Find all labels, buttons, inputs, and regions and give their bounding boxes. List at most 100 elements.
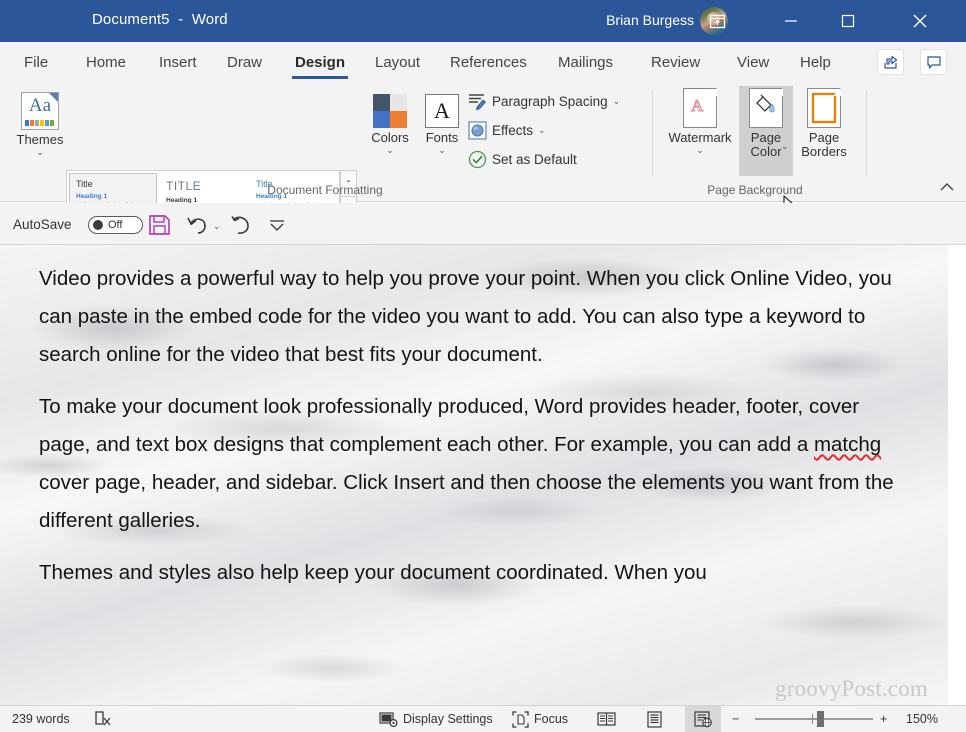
tab-help[interactable]: Help <box>790 42 841 82</box>
effects-chevron-down-icon[interactable]: ⌄ <box>538 126 546 135</box>
title-bar: Document5 - Word Brian Burgess <box>0 0 966 42</box>
watermark-chevron-down-icon[interactable]: ⌄ <box>696 146 704 155</box>
colors-icon <box>373 94 407 128</box>
autosave-toggle[interactable]: Off <box>88 216 143 234</box>
redo-icon <box>231 216 249 234</box>
tab-insert[interactable]: Insert <box>149 42 207 82</box>
save-icon <box>149 215 170 235</box>
paragraph-spacing-chevron-down-icon[interactable]: ⌄ <box>613 97 621 106</box>
display-settings-icon <box>379 711 398 727</box>
redo-button[interactable] <box>228 214 252 236</box>
view-read-mode-button[interactable] <box>588 706 624 732</box>
autosave-state: Off <box>108 219 123 231</box>
fonts-chevron-down-icon[interactable]: ⌄ <box>438 146 446 155</box>
effects-button[interactable]: Effects ⌄ <box>468 121 546 140</box>
colors-chevron-down-icon[interactable]: ⌄ <box>386 146 394 155</box>
group-divider <box>866 90 867 176</box>
print-layout-icon <box>646 710 662 728</box>
tab-file[interactable]: File <box>14 42 58 82</box>
page-color-label: Page Color <box>750 130 782 159</box>
ribbon: Aa Themes ⌄ Title Heading 1 On the Inser… <box>0 82 966 249</box>
tab-review[interactable]: Review <box>641 42 710 82</box>
fonts-icon: A <box>425 94 459 128</box>
web-layout-icon <box>693 710 712 727</box>
undo-icon <box>187 217 206 234</box>
document-title: Document5 - Word <box>92 11 228 28</box>
collapse-ribbon-button[interactable] <box>938 180 956 199</box>
tab-home[interactable]: Home <box>76 42 136 82</box>
zoom-slider-handle[interactable] <box>817 711 824 727</box>
site-watermark: groovyPost.com <box>775 676 928 701</box>
maximize-button[interactable] <box>825 0 871 42</box>
themes-chevron-down-icon[interactable]: ⌄ <box>36 148 44 157</box>
paragraph: To make your document look professionall… <box>39 388 907 540</box>
document-text[interactable]: Video provides a powerful way to help yo… <box>39 260 907 606</box>
colors-button[interactable]: Colors ⌄ <box>366 94 414 155</box>
page-borders-button[interactable]: Page Borders <box>795 88 853 159</box>
focus-button[interactable]: Focus <box>512 706 568 732</box>
minimize-icon <box>785 20 797 22</box>
tab-draw[interactable]: Draw <box>217 42 272 82</box>
maximize-icon <box>841 14 855 28</box>
colors-label: Colors <box>371 130 409 145</box>
customize-quick-access-toolbar-button[interactable] <box>266 214 290 236</box>
tab-layout[interactable]: Layout <box>365 42 430 82</box>
set-as-default-label: Set as Default <box>492 152 577 167</box>
page-color-chevron-down-icon[interactable]: ⌄ <box>781 142 789 151</box>
zoom-in-button[interactable]: + <box>880 706 887 732</box>
document-page[interactable]: Video provides a powerful way to help yo… <box>0 245 948 705</box>
share-button[interactable] <box>877 49 904 75</box>
effects-label: Effects <box>492 123 534 138</box>
paragraph: Themes and styles also help keep your do… <box>39 554 907 592</box>
quick-access-toolbar: AutoSave Off ⌄ <box>0 203 966 245</box>
undo-chevron-down-icon[interactable]: ⌄ <box>213 222 221 231</box>
read-mode-icon <box>596 712 616 726</box>
focus-icon <box>512 710 529 728</box>
thumb-heading: Heading 1 <box>76 193 108 200</box>
svg-text:A: A <box>691 96 704 115</box>
group-divider <box>652 90 653 176</box>
paragraph-spacing-button[interactable]: Paragraph Spacing ⌄ <box>468 92 620 111</box>
proofing-errors-icon <box>95 711 111 726</box>
document-area[interactable]: Video provides a powerful way to help yo… <box>0 245 966 705</box>
view-web-layout-button[interactable] <box>685 706 721 732</box>
ribbon-display-options-button[interactable] <box>694 0 740 42</box>
undo-button[interactable] <box>186 214 210 236</box>
paragraph-text: Video provides a powerful way to help yo… <box>39 267 892 366</box>
zoom-out-button[interactable]: − <box>732 706 739 732</box>
watermark-button[interactable]: A Watermark ⌄ <box>663 88 737 155</box>
word-count[interactable]: 239 words <box>12 706 70 732</box>
paragraph-spacing-label: Paragraph Spacing <box>492 94 608 109</box>
tab-mailings[interactable]: Mailings <box>548 42 623 82</box>
tab-view[interactable]: View <box>727 42 779 82</box>
themes-button[interactable]: Aa Themes ⌄ <box>12 92 68 157</box>
close-icon <box>913 14 927 28</box>
zoom-level[interactable]: 150% <box>906 706 938 732</box>
tab-design[interactable]: Design <box>285 42 355 82</box>
document-right-margin <box>948 245 966 705</box>
focus-label: Focus <box>534 712 569 726</box>
fonts-button[interactable]: A Fonts ⌄ <box>420 94 464 155</box>
close-button[interactable] <box>897 0 943 42</box>
proofing-status-button[interactable] <box>94 706 114 732</box>
comments-icon <box>926 56 941 69</box>
chevron-down-bar-icon <box>270 220 284 231</box>
group-label-document-formatting: Document Formatting <box>267 183 383 197</box>
zoom-slider-track[interactable] <box>755 718 873 720</box>
account-name[interactable]: Brian Burgess <box>606 12 694 28</box>
thumb-title: Title <box>76 179 93 189</box>
tab-references[interactable]: References <box>440 42 537 82</box>
set-as-default-button[interactable]: Set as Default <box>468 150 577 169</box>
save-button[interactable] <box>148 214 172 236</box>
comments-button[interactable] <box>920 49 947 75</box>
watermark-icon: A <box>683 88 717 128</box>
display-settings-button[interactable]: Display Settings <box>379 706 493 732</box>
toggle-knob <box>93 220 103 230</box>
paragraph-text: To make your document look professionall… <box>39 395 860 456</box>
misspelled-word[interactable]: matchg <box>814 433 881 456</box>
minimize-button[interactable] <box>768 0 814 42</box>
paragraph-text-cont: cover page, header, and sidebar. Click I… <box>39 471 894 532</box>
chevron-up-icon <box>940 183 954 191</box>
view-print-layout-button[interactable] <box>636 706 672 732</box>
autosave-label: AutoSave <box>13 217 72 232</box>
